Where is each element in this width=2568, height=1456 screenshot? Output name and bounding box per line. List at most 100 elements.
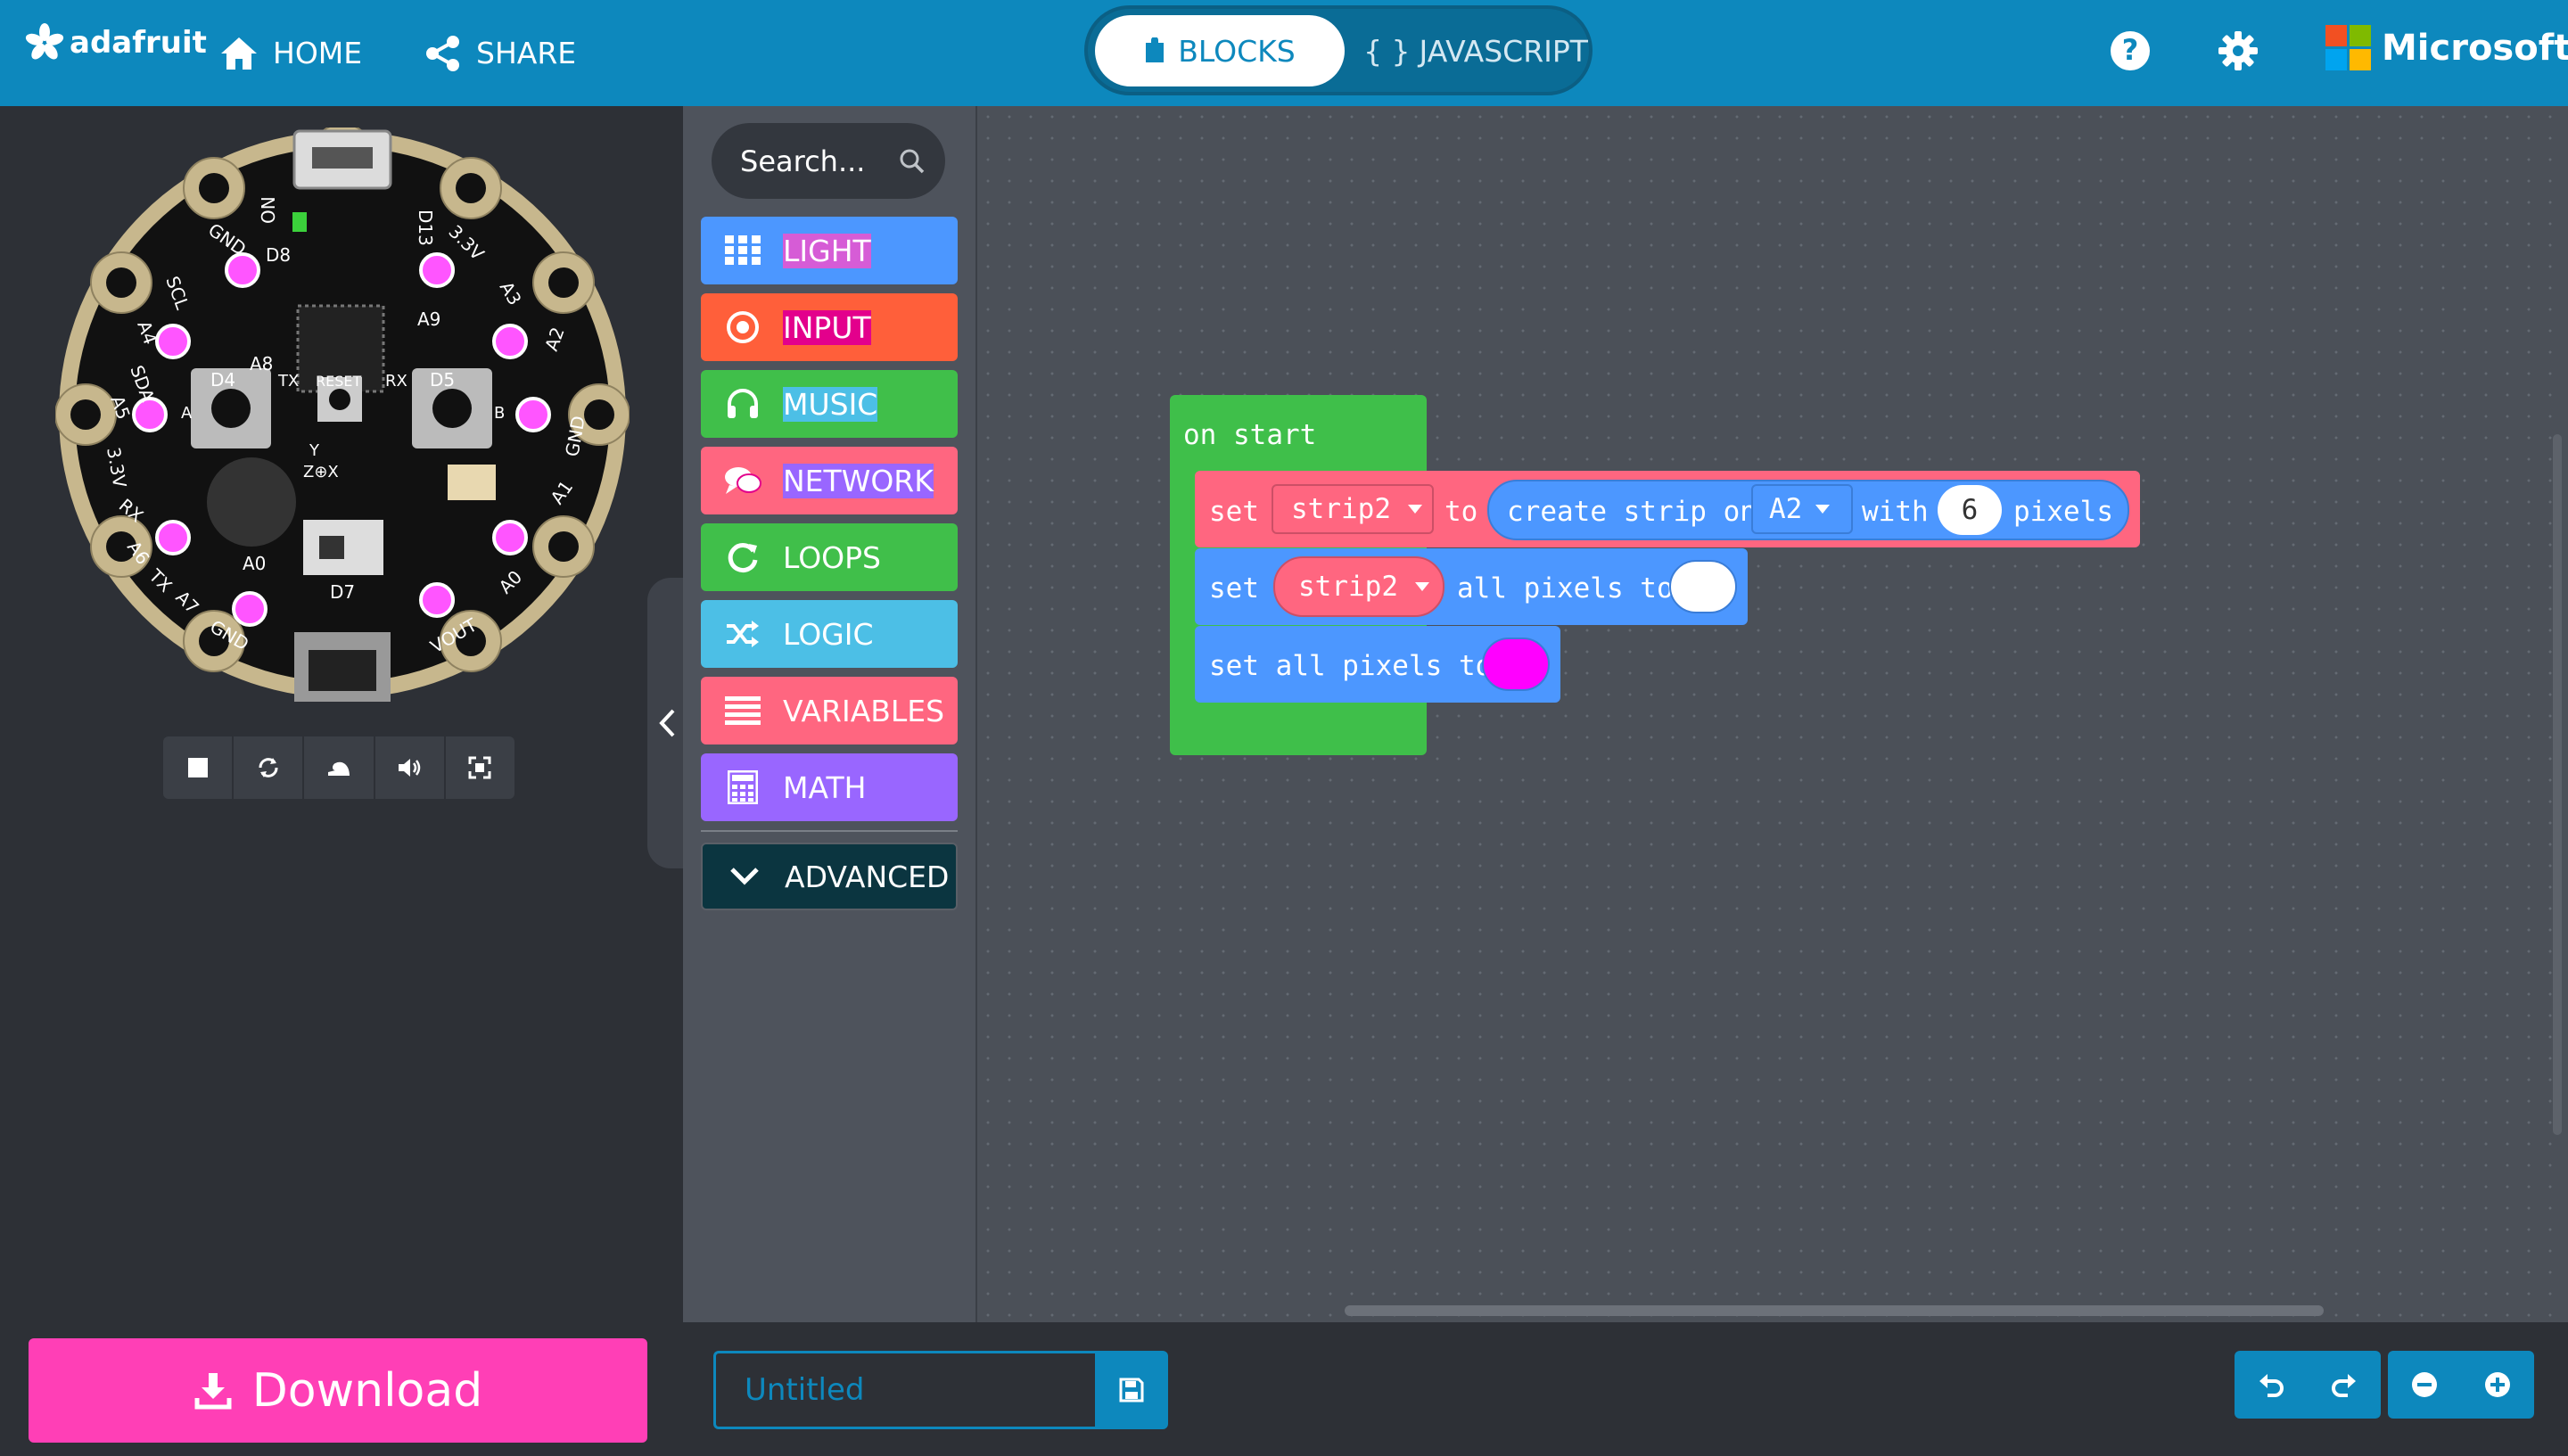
category-label: VARIABLES [783, 693, 945, 728]
category-variables[interactable]: VARIABLES [701, 677, 958, 744]
slow-motion-button[interactable] [304, 736, 375, 799]
category-label: LOOPS [783, 539, 882, 575]
restart-button[interactable] [234, 736, 305, 799]
category-advanced[interactable]: ADVANCED [701, 843, 958, 910]
button-b-label: B [494, 404, 505, 423]
undo-redo-group [2235, 1351, 2381, 1419]
share-label: SHARE [476, 36, 577, 70]
category-loops[interactable]: LOOPS [701, 523, 958, 591]
category-light[interactable]: LIGHT [701, 217, 958, 284]
category-math[interactable]: MATH [701, 753, 958, 821]
zoom-out-button[interactable] [2388, 1351, 2461, 1419]
download-button[interactable]: Download [29, 1338, 647, 1443]
set-keyword: set [1209, 496, 1259, 528]
pin-label: A9 [417, 308, 440, 330]
pixels-keyword: pixels [2013, 496, 2113, 528]
microsoft-logo[interactable]: Microsoft [2325, 25, 2568, 70]
caret-down-icon [1407, 505, 1422, 514]
category-music[interactable]: MUSIC [701, 370, 958, 438]
pin-label: A8 [250, 353, 273, 374]
javascript-mode-label: JAVASCRIPT [1419, 33, 1588, 69]
editor-mode-toggle: BLOCKS { } JAVASCRIPT [1084, 5, 1593, 95]
collapse-simulator-handle[interactable] [647, 578, 687, 868]
pin-label: D13 [415, 210, 436, 246]
stop-icon [187, 758, 208, 777]
pin-label: TX [277, 372, 299, 391]
speaker-icon [399, 759, 421, 777]
workspace-horizontal-scrollbar[interactable] [1345, 1305, 2324, 1316]
help-glyph: ? [2121, 33, 2139, 67]
headphones-icon [728, 389, 758, 418]
caret-down-icon [1414, 582, 1429, 591]
category-input[interactable]: INPUT [701, 293, 958, 361]
category-label: LOGIC [783, 616, 874, 652]
simulator-panel: ON D13 GND D8 3.3V SCL A3 A9 A4 A8 SDA A… [0, 106, 683, 1456]
adafruit-logo[interactable]: adafruit [25, 23, 207, 62]
microsoft-squares-icon [2325, 25, 2371, 70]
undo-button[interactable] [2235, 1351, 2308, 1419]
search-input[interactable]: Search... [740, 144, 865, 178]
toolbox-search[interactable]: Search... [712, 123, 945, 199]
variable-name: strip2 [1291, 493, 1391, 525]
chevron-left-icon [659, 709, 675, 737]
pin-label: D8 [266, 244, 291, 266]
home-button[interactable]: HOME [219, 0, 362, 106]
toolbox-divider [701, 830, 958, 832]
category-label: MATH [783, 769, 867, 805]
project-name-input[interactable]: Untitled [713, 1351, 1099, 1429]
category-label: MUSIC [783, 386, 878, 422]
grid-icon [725, 235, 761, 265]
fullscreen-icon [468, 756, 491, 779]
to-keyword: to [1444, 496, 1478, 528]
zoom-in-icon [2485, 1372, 2510, 1397]
variable-name: strip2 [1298, 571, 1398, 603]
simulator-toolbar [163, 736, 514, 799]
workspace-vertical-scrollbar[interactable] [2553, 434, 2562, 1135]
circuit-playground-board[interactable]: ON D13 GND D8 3.3V SCL A3 A9 A4 A8 SDA A… [55, 128, 630, 702]
download-icon [194, 1372, 232, 1409]
chat-icon [725, 467, 761, 494]
stop-button[interactable] [163, 736, 235, 799]
help-button[interactable]: ? [2101, 21, 2160, 80]
microsoft-label: Microsoft [2382, 27, 2568, 69]
category-network[interactable]: NETWORK [701, 447, 958, 514]
redo-button[interactable] [2308, 1351, 2381, 1419]
pixel-count-input[interactable]: 6 [1938, 485, 2002, 535]
search-icon [900, 149, 925, 173]
strip-variable-pill[interactable]: strip2 [1273, 556, 1444, 617]
puzzle-icon [1146, 37, 1165, 62]
blocks-mode-button[interactable]: BLOCKS [1095, 15, 1345, 86]
toolbox-panel: Search... LIGHT INPUT MUSIC NETWORK LOOP… [683, 106, 977, 1322]
redo-icon [2332, 1374, 2356, 1397]
color-picker-white[interactable] [1669, 560, 1737, 613]
pin-label: ON [258, 196, 279, 224]
settings-button[interactable] [2209, 21, 2268, 80]
pin-label: D4 [210, 369, 235, 391]
with-keyword: with [1862, 496, 1929, 528]
braces-icon: { } [1363, 33, 1411, 69]
category-label: ADVANCED [785, 859, 950, 894]
pin-label: D7 [330, 581, 355, 603]
category-logic[interactable]: LOGIC [701, 600, 958, 668]
set-all-pixels-to-label: set all pixels to [1209, 650, 1493, 682]
pin-label: Y [309, 441, 320, 460]
pin-dropdown[interactable]: A2 [1751, 484, 1853, 534]
shuffle-icon [727, 621, 759, 647]
home-label: HOME [273, 36, 363, 70]
fullscreen-button[interactable] [446, 736, 514, 799]
variable-dropdown[interactable]: strip2 [1272, 484, 1434, 534]
mute-button[interactable] [375, 736, 446, 799]
share-button[interactable]: SHARE [424, 0, 576, 106]
category-label: LIGHT [783, 233, 871, 268]
color-picker-magenta[interactable] [1482, 638, 1550, 691]
pin-label: RX [385, 372, 407, 391]
zoom-out-icon [2412, 1372, 2437, 1397]
category-label: INPUT [783, 309, 871, 345]
snail-icon [328, 761, 350, 776]
caret-down-icon [1815, 505, 1831, 514]
javascript-mode-button[interactable]: { } JAVASCRIPT [1360, 15, 1592, 86]
zoom-in-button[interactable] [2461, 1351, 2534, 1419]
pin-value: A2 [1769, 493, 1803, 525]
chevron-down-icon [730, 868, 759, 885]
save-button[interactable] [1095, 1351, 1168, 1429]
